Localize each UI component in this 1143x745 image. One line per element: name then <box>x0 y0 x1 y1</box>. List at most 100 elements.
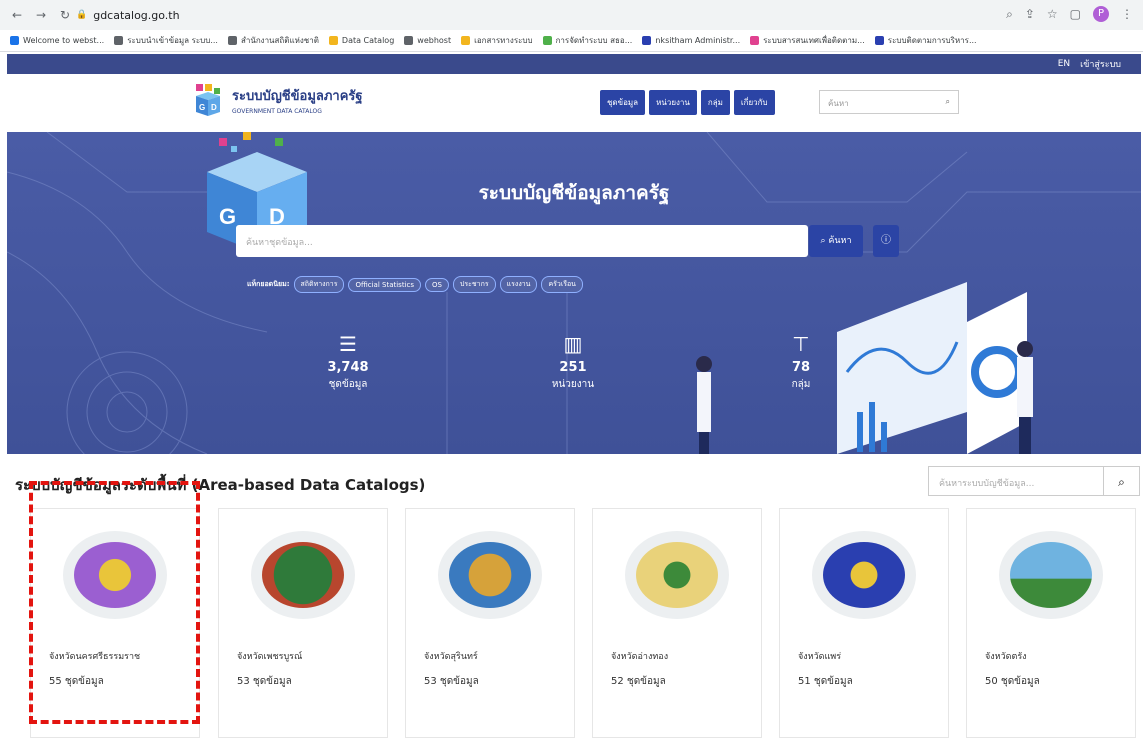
search-icon[interactable]: ⌕ <box>946 97 950 107</box>
tag-item[interactable]: ครัวเรือน <box>541 276 583 293</box>
bookmark-icon <box>461 36 471 45</box>
province-card[interactable]: จังหวัดสุรินทร์ 53 ชุดข้อมูล <box>405 508 575 738</box>
dataset-count: 51 ชุดข้อมูล <box>798 676 853 687</box>
sidepanel-icon[interactable]: ▢ <box>1070 7 1081 21</box>
bookmark-label: สำนักงานสถิติแห่งชาติ <box>240 36 319 45</box>
main-menu: ชุดข้อมูล หน่วยงาน กลุ่ม เกี่ยวกับ <box>600 90 775 115</box>
tag-item[interactable]: แรงงาน <box>499 276 538 293</box>
bookmark-item[interactable]: การจัดทำระบบ สธอ... <box>542 34 633 47</box>
tag-item[interactable]: OS <box>425 277 449 292</box>
province-name: จังหวัดแพร่ <box>798 652 842 662</box>
info-icon: ⓘ <box>881 235 891 246</box>
bookmark-icon <box>114 36 124 45</box>
zoom-icon[interactable]: ⌕ <box>1006 7 1013 22</box>
bookmark-item[interactable]: nksitham Administr... <box>642 36 740 45</box>
share-icon[interactable]: ⇪ <box>1025 7 1035 21</box>
tag-item[interactable]: ประชากร <box>452 276 496 293</box>
seal-frame <box>999 531 1103 619</box>
search-button[interactable]: ⌕ ค้นหา <box>809 225 863 257</box>
province-card[interactable]: จังหวัดเพชรบูรณ์ 53 ชุดข้อมูล <box>218 508 388 738</box>
province-card[interactable]: จังหวัดอ่างทอง 52 ชุดข้อมูล <box>592 508 762 738</box>
bookmark-label: ระบบติดตามการบริหาร... <box>887 36 977 45</box>
bookmark-icon <box>227 36 237 45</box>
province-seal-icon <box>636 542 718 608</box>
popular-tags: แท็กยอดนิยม: สถิติทางการ Official Statis… <box>247 276 583 293</box>
search-icon: ⌕ <box>1118 475 1125 489</box>
back-icon[interactable]: ← <box>10 8 24 22</box>
bookmark-icon <box>874 36 884 45</box>
stat-datasets[interactable]: ☰ 3,748 ชุดข้อมูล <box>303 332 393 392</box>
bookmark-label: webhost <box>417 36 452 45</box>
seal-frame <box>812 531 916 619</box>
bookmark-item[interactable]: ระบบนำเข้าข้อมูล ระบบ... <box>114 34 218 47</box>
star-icon[interactable]: ☆ <box>1047 7 1058 21</box>
tag-item[interactable]: Official Statistics <box>348 277 422 292</box>
catalog-search-input[interactable]: ค้นหาระบบบัญชีข้อมูล... <box>928 466 1104 496</box>
bookmark-icon <box>328 36 338 45</box>
stat-value: 78 <box>791 360 811 375</box>
bookmark-item[interactable]: Data Catalog <box>328 36 395 45</box>
hero-title: ระบบบัญชีข้อมูลภาครัฐ <box>478 182 670 204</box>
tags-label: แท็กยอดนิยม: <box>247 280 290 288</box>
province-name: จังหวัดตรัง <box>985 652 1027 662</box>
site-logo[interactable]: G D ระบบบัญชีข้อมูลภาครัฐ GOVERNMENT DAT… <box>192 82 363 118</box>
bookmark-label: Welcome to webst... <box>23 36 105 45</box>
lock-icon: 🔒 <box>76 10 88 20</box>
url-text: gdcatalog.go.th <box>93 8 180 22</box>
bookmark-item[interactable]: สำนักงานสถิติแห่งชาติ <box>227 34 319 47</box>
highlight-box <box>29 481 200 724</box>
bookmark-label: Data Catalog <box>341 36 395 45</box>
menu-groups[interactable]: กลุ่ม <box>700 90 730 115</box>
reload-icon[interactable]: ↻ <box>58 8 72 22</box>
site-header: G D ระบบบัญชีข้อมูลภาครัฐ GOVERNMENT DAT… <box>7 74 1141 132</box>
header-search-placeholder: ค้นหา <box>828 99 849 108</box>
province-card[interactable]: จังหวัดตรัง 50 ชุดข้อมูล <box>966 508 1136 738</box>
bookmark-item[interactable]: เอกสารทางระบบ <box>461 34 533 47</box>
logo-subtitle: GOVERNMENT DATA CATALOG <box>232 108 322 115</box>
province-seal-icon <box>449 542 531 608</box>
seal-frame <box>251 531 355 619</box>
menu-datasets[interactable]: ชุดข้อมูล <box>600 90 646 115</box>
bookmark-icon <box>750 36 760 45</box>
bookmark-item[interactable]: Welcome to webst... <box>10 36 104 45</box>
bookmark-label: nksitham Administr... <box>655 36 741 45</box>
site-topbar: EN เข้าสู่ระบบ <box>7 54 1141 74</box>
bookmark-item[interactable]: ระบบติดตามการบริหาร... <box>874 34 977 47</box>
gdc-logo-icon: G D <box>192 82 224 118</box>
seal-frame <box>625 531 729 619</box>
profile-avatar[interactable]: P <box>1093 6 1109 22</box>
stat-groups[interactable]: ⊤ 78 กลุ่ม <box>756 332 846 392</box>
address-bar[interactable]: 🔒 gdcatalog.go.th <box>76 5 180 25</box>
stat-label: หน่วยงาน <box>551 379 595 390</box>
header-search-input[interactable]: ค้นหา ⌕ <box>819 90 959 114</box>
logo-title: ระบบบัญชีข้อมูลภาครัฐ <box>232 89 363 104</box>
province-name: จังหวัดอ่างทอง <box>611 652 669 662</box>
dataset-search-input[interactable]: ค้นหาชุดข้อมูล... <box>236 225 808 257</box>
stat-label: กลุ่ม <box>791 379 811 390</box>
catalog-search-button[interactable]: ⌕ <box>1104 466 1140 496</box>
stat-organizations[interactable]: ▥ 251 หน่วยงาน <box>528 332 618 392</box>
province-seal-icon <box>1010 542 1092 608</box>
bookmark-item[interactable]: webhost <box>404 36 451 45</box>
province-seal-icon <box>823 542 905 608</box>
menu-icon[interactable]: ⋮ <box>1121 7 1133 21</box>
tag-item[interactable]: สถิติทางการ <box>293 276 345 293</box>
bookmark-label: ระบบนำเข้าข้อมูล ระบบ... <box>127 36 218 45</box>
menu-organizations[interactable]: หน่วยงาน <box>649 90 697 115</box>
stat-value: 3,748 <box>327 360 369 375</box>
sitemap-icon: ⊤ <box>792 332 810 356</box>
bookmark-icon <box>404 36 414 45</box>
menu-about[interactable]: เกี่ยวกับ <box>733 90 775 115</box>
province-seal-icon <box>262 542 344 608</box>
dataset-count: 52 ชุดข้อมูล <box>611 676 666 687</box>
province-card[interactable]: จังหวัดแพร่ 51 ชุดข้อมูล <box>779 508 949 738</box>
bookmark-label: การจัดทำระบบ สธอ... <box>555 36 633 45</box>
forward-icon[interactable]: → <box>34 8 48 22</box>
login-link[interactable]: เข้าสู่ระบบ <box>1080 57 1121 71</box>
svg-text:D: D <box>211 103 217 112</box>
info-button[interactable]: ⓘ <box>873 225 899 257</box>
bookmark-item[interactable]: ระบบสารสนเทศเพื่อติดตาม... <box>750 34 865 47</box>
lang-switch[interactable]: EN <box>1058 59 1070 69</box>
stat-label: ชุดข้อมูล <box>328 379 368 390</box>
seal-frame <box>438 531 542 619</box>
